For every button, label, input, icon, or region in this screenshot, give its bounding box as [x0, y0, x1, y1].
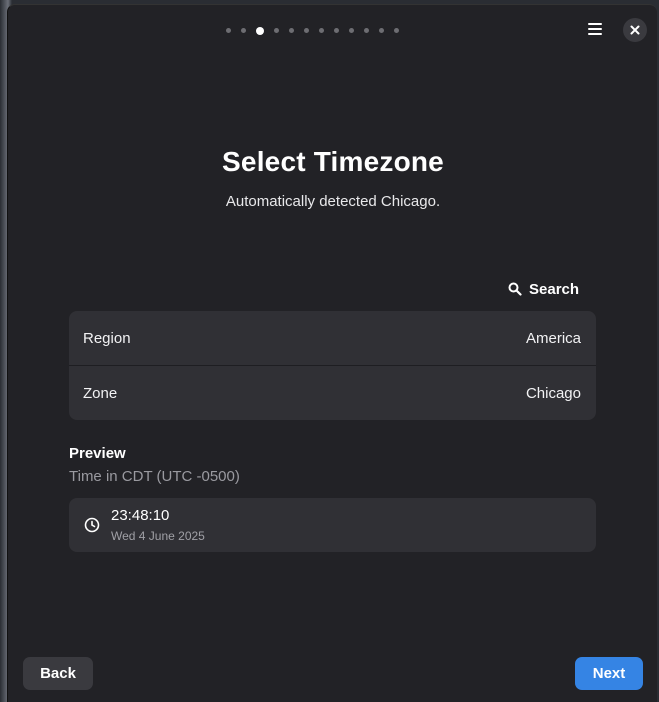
page-title: Select Timezone [222, 146, 444, 177]
page-dot[interactable] [394, 28, 399, 33]
page-dot[interactable] [349, 28, 354, 33]
page-dot[interactable] [289, 28, 294, 33]
page-subtitle: Automatically detected Chicago. [225, 193, 441, 210]
region-value: America [525, 329, 581, 347]
page-dot[interactable] [379, 28, 384, 33]
zone-label: Zone [83, 384, 118, 402]
search-label: Search [529, 280, 580, 298]
search-icon [508, 282, 522, 296]
timezone-list: Region America Zone Chicago [69, 311, 596, 420]
page-dot[interactable] [334, 28, 339, 33]
time-preview-card: 23:48:10 Wed 4 June 2025 [69, 498, 596, 552]
back-button[interactable]: Back [23, 657, 93, 690]
page-dot[interactable] [319, 28, 324, 33]
region-row[interactable]: Region America [69, 311, 596, 365]
page-dot[interactable] [274, 28, 279, 33]
page-indicator [8, 27, 657, 38]
zone-value: Chicago [525, 384, 581, 402]
page-dot[interactable] [226, 28, 231, 33]
preview-heading: Preview [69, 445, 126, 462]
preview-time: 23:48:10 [111, 507, 170, 524]
page-dot[interactable] [241, 28, 246, 33]
region-label: Region [83, 329, 131, 347]
setup-window: Select Timezone Automatically detected C… [7, 4, 657, 702]
page-dot[interactable] [304, 28, 309, 33]
search-button[interactable]: Search [508, 276, 579, 302]
page-dot[interactable] [364, 28, 369, 33]
preview-subheading: Time in CDT (UTC -0500) [69, 468, 240, 485]
page-dot-active[interactable] [256, 27, 264, 35]
hamburger-menu-icon[interactable] [582, 16, 608, 42]
clock-icon [84, 517, 100, 533]
zone-row[interactable]: Zone Chicago [69, 365, 596, 420]
next-button[interactable]: Next [575, 657, 643, 690]
close-icon [630, 25, 640, 35]
preview-date: Wed 4 June 2025 [111, 529, 205, 543]
close-button[interactable] [623, 18, 647, 42]
